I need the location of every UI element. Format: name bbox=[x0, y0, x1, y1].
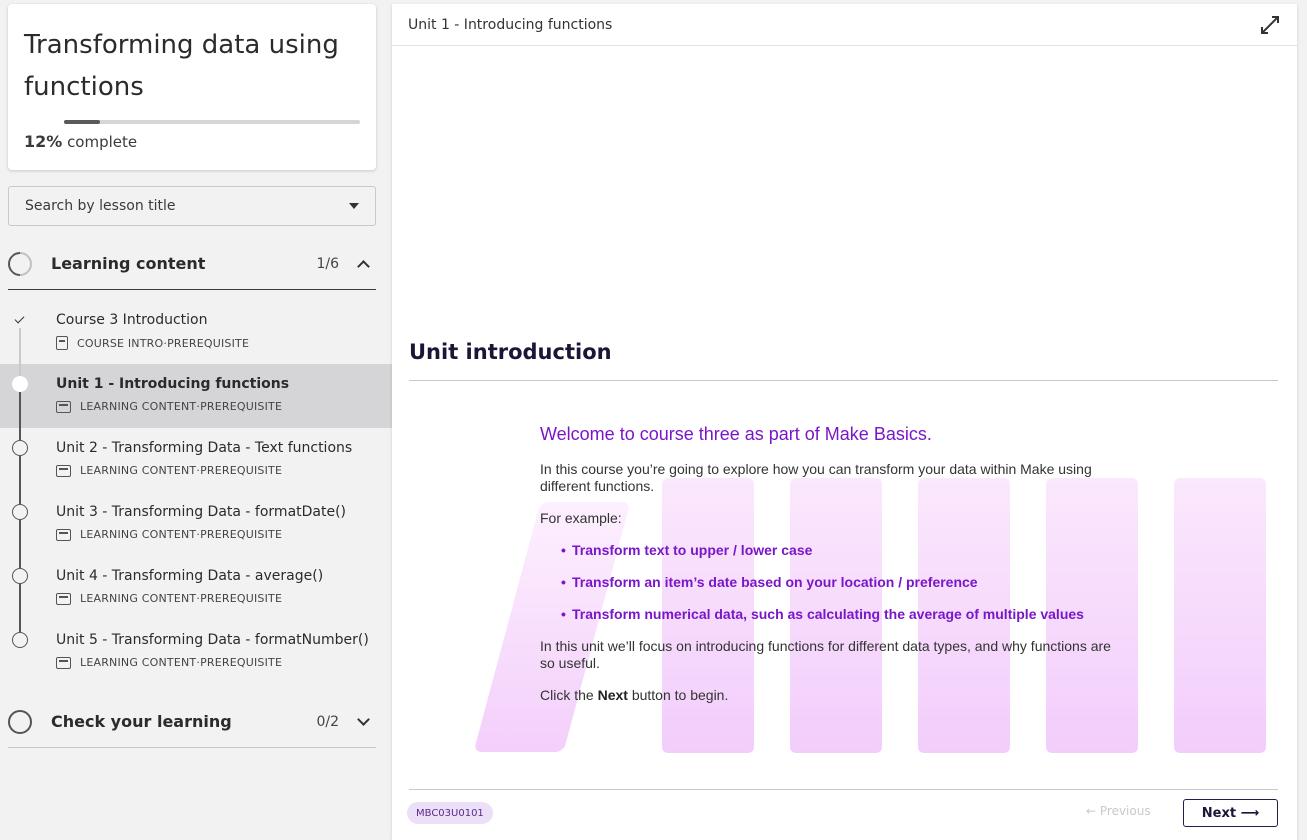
lesson-title: Unit 1 - Introducing functions bbox=[56, 376, 290, 392]
focus-paragraph: In this unit we’ll focus on introducing … bbox=[540, 638, 1111, 671]
lesson-connector bbox=[19, 584, 21, 632]
list-item: Transform text to upper / lower case bbox=[561, 542, 1120, 558]
lesson-tag: PREREQUISITE bbox=[200, 400, 283, 413]
progress-percent: 12% bbox=[24, 132, 63, 151]
lesson-item-unit-4[interactable]: Unit 4 - Transforming Data - average() L… bbox=[0, 556, 392, 632]
lesson-status-active bbox=[12, 376, 28, 392]
lesson-item-unit-5[interactable]: Unit 5 - Transforming Data - formatNumbe… bbox=[0, 620, 392, 684]
section-learning-content[interactable]: Learning content 1/6 bbox=[3, 238, 376, 290]
lesson-tag: PREREQUISITE bbox=[167, 336, 250, 350]
progress-ring-icon bbox=[8, 709, 32, 734]
example-list: Transform text to upper / lower case Tra… bbox=[540, 542, 1120, 622]
lesson-item-unit-1[interactable]: Unit 1 - Introducing functions LEARNING … bbox=[0, 364, 392, 440]
lesson-connector bbox=[19, 456, 21, 504]
cta-next-word: Next bbox=[597, 687, 628, 703]
course-progress-fill bbox=[64, 120, 100, 124]
expand-icon[interactable] bbox=[1261, 15, 1279, 34]
lesson-list: Course 3 Introduction COURSE INTRO · PRE… bbox=[0, 300, 392, 684]
lesson-status-todo bbox=[12, 568, 28, 584]
slides-icon bbox=[56, 528, 71, 541]
lesson-title: Course 3 Introduction bbox=[56, 312, 208, 328]
lesson-tag: PREREQUISITE bbox=[200, 464, 283, 477]
chevron-down-icon[interactable] bbox=[357, 713, 370, 726]
lesson-item-course-3-introduction[interactable]: Course 3 Introduction COURSE INTRO · PRE… bbox=[0, 300, 392, 376]
course-title: Transforming data using functions bbox=[24, 30, 339, 102]
lesson-meta: LEARNING CONTENT · PREREQUISITE bbox=[56, 592, 282, 605]
lesson-type: COURSE INTRO bbox=[77, 336, 164, 350]
lesson-meta: LEARNING CONTENT · PREREQUISITE bbox=[56, 464, 282, 477]
list-item: Transform an item’s date based on your l… bbox=[561, 574, 1120, 590]
lesson-status-todo bbox=[12, 440, 28, 456]
lesson-title: Unit 2 - Transforming Data - Text functi… bbox=[56, 440, 353, 456]
lesson-viewer: Unit 1 - Introducing functions Unit intr… bbox=[392, 4, 1297, 840]
slides-icon bbox=[56, 400, 71, 413]
expand-icon-arrow-sw bbox=[1261, 26, 1268, 34]
course-sidebar: Transforming data using functions 12% co… bbox=[0, 0, 392, 840]
document-icon bbox=[56, 336, 68, 350]
lesson-status-todo bbox=[12, 504, 28, 520]
lesson-type: LEARNING CONTENT bbox=[80, 528, 197, 541]
progress-ring-icon bbox=[3, 246, 37, 281]
section-count: 1/6 bbox=[316, 255, 339, 272]
lesson-status-done bbox=[12, 312, 28, 328]
course-progress-bar bbox=[64, 120, 360, 124]
lesson-status-todo bbox=[12, 632, 28, 648]
welcome-heading: Welcome to course three as part of Make … bbox=[540, 424, 932, 444]
cta-text: Click the bbox=[540, 687, 598, 703]
lesson-meta: LEARNING CONTENT · PREREQUISITE bbox=[56, 528, 282, 541]
cta-text-end: button to begin. bbox=[627, 687, 729, 703]
section-count: 0/2 bbox=[316, 713, 339, 730]
caret-down-icon bbox=[349, 203, 359, 209]
lesson-title: Unit 4 - Transforming Data - average() bbox=[56, 568, 324, 584]
lesson-type: LEARNING CONTENT bbox=[80, 400, 197, 413]
example-label: For example: bbox=[540, 510, 622, 526]
lesson-type: LEARNING CONTENT bbox=[80, 464, 197, 477]
lesson-meta: LEARNING CONTENT · PREREQUISITE bbox=[56, 656, 282, 669]
slides-icon bbox=[56, 592, 71, 605]
lesson-item-unit-2[interactable]: Unit 2 - Transforming Data - Text functi… bbox=[0, 428, 392, 504]
lesson-title: Unit 3 - Transforming Data - formatDate(… bbox=[56, 504, 347, 520]
course-progress-text: 12% complete bbox=[24, 132, 137, 151]
cta-paragraph: Click the Next button to begin. bbox=[540, 687, 1120, 704]
lesson-connector bbox=[19, 392, 21, 440]
lesson-connector bbox=[19, 520, 21, 568]
lesson-tag: PREREQUISITE bbox=[200, 592, 283, 605]
expand-icon-arrow-ne bbox=[1272, 15, 1279, 23]
section-title: Check your learning bbox=[51, 712, 232, 731]
list-item: Transform numerical data, such as calcul… bbox=[561, 606, 1120, 622]
divider bbox=[409, 789, 1278, 790]
lesson-tag: PREREQUISITE bbox=[200, 656, 283, 669]
intro-paragraph: In this course you’re going to explore h… bbox=[540, 461, 1092, 494]
checkmark-icon bbox=[14, 313, 25, 324]
section-check-your-learning[interactable]: Check your learning 0/2 bbox=[8, 696, 376, 748]
progress-suffix: complete bbox=[62, 133, 138, 151]
lesson-meta: COURSE INTRO · PREREQUISITE bbox=[56, 336, 249, 350]
next-button[interactable]: Next ⟶ bbox=[1183, 799, 1278, 827]
unit-heading: Unit introduction bbox=[409, 340, 612, 364]
lesson-title: Unit 5 - Transforming Data - formatNumbe… bbox=[56, 632, 369, 648]
previous-button[interactable]: ← Previous bbox=[1086, 804, 1151, 818]
lesson-code-badge: MBC03U0101 bbox=[407, 802, 493, 824]
lesson-content: Welcome to course three as part of Make … bbox=[540, 424, 1120, 719]
section-title: Learning content bbox=[51, 254, 206, 273]
lesson-header: Unit 1 - Introducing functions bbox=[392, 4, 1297, 46]
lesson-search-select[interactable]: Search by lesson title bbox=[8, 186, 376, 226]
slides-icon bbox=[56, 656, 71, 669]
lesson-type: LEARNING CONTENT bbox=[80, 656, 197, 669]
slides-icon bbox=[56, 464, 71, 477]
lesson-search-placeholder: Search by lesson title bbox=[25, 198, 176, 214]
decorative-bar bbox=[1174, 478, 1266, 753]
lesson-header-title: Unit 1 - Introducing functions bbox=[408, 16, 613, 33]
lesson-tag: PREREQUISITE bbox=[200, 528, 283, 541]
lesson-type: LEARNING CONTENT bbox=[80, 592, 197, 605]
lesson-item-unit-3[interactable]: Unit 3 - Transforming Data - formatDate(… bbox=[0, 492, 392, 568]
course-summary-card: Transforming data using functions 12% co… bbox=[8, 4, 376, 170]
chevron-up-icon[interactable] bbox=[357, 260, 370, 273]
lesson-connector bbox=[19, 328, 21, 376]
divider bbox=[409, 380, 1278, 381]
lesson-meta: LEARNING CONTENT · PREREQUISITE bbox=[56, 400, 282, 413]
